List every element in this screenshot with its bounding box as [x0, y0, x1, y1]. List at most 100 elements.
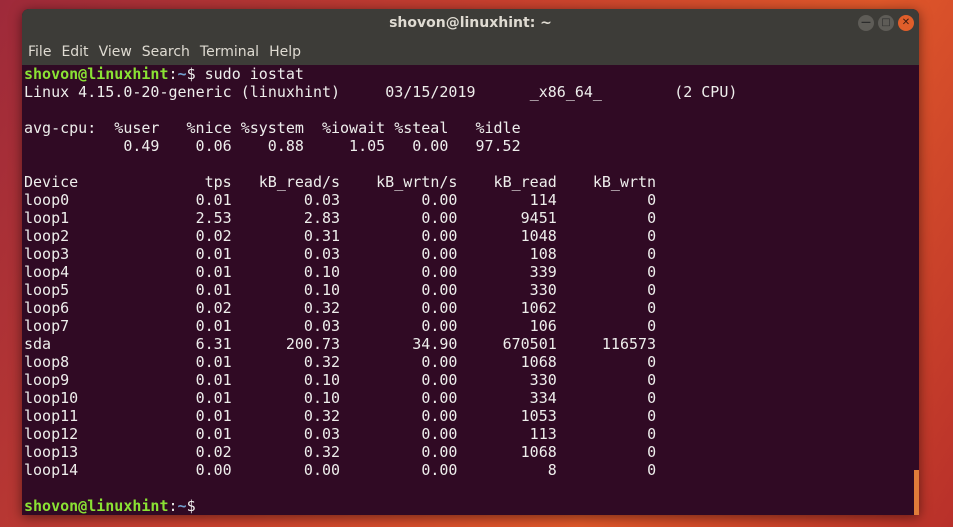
- device-cell: loop13: [24, 443, 79, 461]
- prompt-path: ~: [177, 65, 187, 83]
- device-cell: 9451: [520, 209, 557, 227]
- prompt-user-host: shovon@linuxhint: [24, 65, 169, 83]
- device-cell: 1062: [520, 299, 557, 317]
- command-line: shovon@linuxhint: ~ $ sudo iostat: [24, 65, 917, 83]
- device-cell: 0: [647, 227, 657, 245]
- device-row: loop14 0.00 0.00 0.00 8 0: [24, 461, 917, 479]
- menu-help[interactable]: Help: [269, 44, 301, 60]
- device-cell: 0.00: [421, 461, 458, 479]
- date: 03/15/2019: [385, 83, 476, 101]
- cpu-header: %user: [114, 119, 160, 137]
- terminal-output[interactable]: shovon@linuxhint: ~ $ sudo iostat Linux 4.…: [22, 65, 919, 515]
- device-cell: 116573: [601, 335, 657, 353]
- device-cell: loop9: [24, 371, 70, 389]
- device-cell: 0.00: [303, 461, 341, 479]
- prompt-symbol: $: [186, 497, 205, 515]
- device-cell: 0.03: [303, 191, 341, 209]
- prompt-colon: :: [168, 65, 178, 83]
- close-icon: ✕: [901, 17, 911, 28]
- cpu-header: %system: [240, 119, 304, 137]
- menu-file[interactable]: File: [28, 44, 51, 60]
- scrollbar[interactable]: [914, 470, 919, 515]
- device-cell: 2.83: [303, 209, 341, 227]
- prompt-user-host: shovon@linuxhint: [24, 497, 169, 515]
- device-cell: loop7: [24, 317, 70, 335]
- device-cell: 1053: [520, 407, 557, 425]
- device-cell: 0.00: [421, 209, 458, 227]
- device-row: loop10 0.01 0.10 0.00 334 0: [24, 389, 917, 407]
- device-cell: loop0: [24, 191, 70, 209]
- device-cell: 0.00: [421, 227, 458, 245]
- device-header-cell: kB_read: [493, 173, 557, 191]
- menu-search[interactable]: Search: [142, 44, 190, 60]
- device-cell: 0: [647, 389, 657, 407]
- device-cell: 0: [647, 371, 657, 389]
- device-cell: loop5: [24, 281, 70, 299]
- window-title: shovon@linuxhint: ~: [389, 15, 552, 31]
- device-cell: 0.01: [195, 425, 232, 443]
- maximize-icon: □: [881, 17, 891, 28]
- menu-terminal[interactable]: Terminal: [200, 44, 259, 60]
- device-cell: 0: [647, 317, 657, 335]
- device-cell: loop8: [24, 353, 70, 371]
- device-cell: 106: [529, 317, 557, 335]
- command-line-empty[interactable]: shovon@linuxhint: ~ $: [24, 497, 917, 515]
- minimize-icon: —: [861, 17, 871, 28]
- cpu-value: 0.49: [123, 137, 160, 155]
- device-cell: 0: [647, 443, 657, 461]
- device-cell: 0.31: [303, 227, 341, 245]
- device-row: loop8 0.01 0.32 0.00 1068 0: [24, 353, 917, 371]
- device-cell: 0.32: [303, 443, 341, 461]
- device-cell: 0: [647, 407, 657, 425]
- cpu-count: (2 CPU): [674, 83, 738, 101]
- device-cell: 334: [529, 389, 557, 407]
- device-cell: 0.32: [303, 299, 341, 317]
- device-row: loop9 0.01 0.10 0.00 330 0: [24, 371, 917, 389]
- device-row: loop3 0.01 0.03 0.00 108 0: [24, 245, 917, 263]
- cpu-value: 1.05: [349, 137, 386, 155]
- prompt-path: ~: [177, 497, 187, 515]
- device-header-cell: kB_wrtn/s: [376, 173, 458, 191]
- device-cell: 0.32: [303, 353, 341, 371]
- device-row: sda 6.31 200.73 34.90 670501 116573: [24, 335, 917, 353]
- device-cell: 0.00: [421, 281, 458, 299]
- device-cell: 0.00: [421, 407, 458, 425]
- device-cell: 0.01: [195, 389, 232, 407]
- device-row: loop7 0.01 0.03 0.00 106 0: [24, 317, 917, 335]
- close-button[interactable]: ✕: [898, 15, 914, 31]
- device-cell: 0.00: [421, 299, 458, 317]
- maximize-button[interactable]: □: [878, 15, 894, 31]
- device-cell: 0.00: [421, 317, 458, 335]
- device-cell: 0: [647, 263, 657, 281]
- menu-edit[interactable]: Edit: [61, 44, 88, 60]
- device-header-cell: kB_read/s: [258, 173, 341, 191]
- device-cell: loop1: [24, 209, 70, 227]
- device-cell: 0.03: [303, 425, 341, 443]
- device-cell: 0.00: [421, 443, 458, 461]
- device-cell: 0.01: [195, 317, 232, 335]
- device-row: loop4 0.01 0.10 0.00 339 0: [24, 263, 917, 281]
- device-cell: 0.01: [195, 371, 232, 389]
- device-header-cell: tps: [204, 173, 232, 191]
- sysinfo-line: Linux 4.15.0-20-generic (linuxhint) 03/15…: [24, 83, 917, 101]
- device-cell: 0: [647, 191, 657, 209]
- device-cell: 0: [647, 299, 657, 317]
- device-cell: 0.00: [421, 425, 458, 443]
- minimize-button[interactable]: —: [858, 15, 874, 31]
- cpu-label: avg-cpu:: [24, 119, 97, 137]
- device-cell: 0.10: [303, 281, 341, 299]
- device-cell: 0.01: [195, 191, 232, 209]
- device-cell: loop10: [24, 389, 79, 407]
- cpu-value: 0.88: [267, 137, 304, 155]
- menu-view[interactable]: View: [99, 44, 132, 60]
- menu-bar: File Edit View Search Terminal Help: [22, 38, 919, 65]
- device-cell: 1068: [520, 353, 557, 371]
- device-cell: 113: [529, 425, 557, 443]
- device-row: loop1 2.53 2.83 0.00 9451 0: [24, 209, 917, 227]
- device-cell: loop14: [24, 461, 79, 479]
- device-cell: 0.00: [421, 389, 458, 407]
- cpu-value: 97.52: [475, 137, 521, 155]
- device-header-cell: kB_wrtn: [592, 173, 657, 191]
- device-cell: 0: [647, 281, 657, 299]
- device-cell: 8: [547, 461, 557, 479]
